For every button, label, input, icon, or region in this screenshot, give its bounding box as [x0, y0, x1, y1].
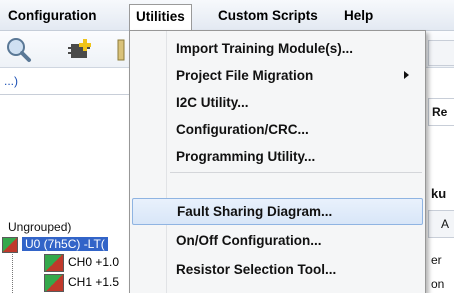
- menu-item-programming-utility[interactable]: Programming Utility...: [132, 143, 423, 170]
- menu-item-project-file-migration[interactable]: Project File Migration: [132, 62, 423, 89]
- menu-bar: Configuration Utilities Custom Scripts H…: [0, 0, 454, 31]
- menu-item-label: I2C Utility...: [176, 95, 249, 110]
- right-text-fragment-2: on: [431, 277, 445, 291]
- right-button[interactable]: A: [428, 210, 454, 238]
- menu-item-label: On/Off Configuration...: [176, 233, 322, 248]
- menu-configuration[interactable]: Configuration: [2, 4, 102, 27]
- submenu-arrow-icon: [404, 71, 409, 79]
- menu-item-fault-sharing-diagram[interactable]: Fault Sharing Diagram...: [132, 198, 423, 225]
- pane-divider: [0, 94, 135, 95]
- menu-item-label: Resistor Selection Tool...: [176, 262, 337, 277]
- menu-item-label: Import Training Module(s)...: [176, 41, 353, 56]
- tree-item-ch0-label: CH0 +1.0: [68, 255, 120, 270]
- channel-icon: [44, 254, 64, 272]
- menu-item-label: Project File Migration: [176, 68, 314, 83]
- menu-item-on-off-configuration[interactable]: On/Off Configuration...: [132, 227, 423, 254]
- tree-item-device[interactable]: U0 (7h5C) -LT(: [2, 236, 108, 253]
- right-tab[interactable]: Re: [428, 98, 454, 126]
- tree-connector: [12, 250, 13, 293]
- utilities-dropdown: Import Training Module(s)... Project Fil…: [129, 30, 426, 293]
- group-label: Ungrouped): [8, 220, 72, 234]
- tree-item-ch1-label: CH1 +1.5: [68, 275, 120, 290]
- menu-custom-scripts[interactable]: Custom Scripts: [212, 4, 324, 27]
- menu-item-i2c-utility[interactable]: I2C Utility...: [132, 89, 423, 116]
- tree-item-device-label: U0 (7h5C) -LT(: [22, 237, 108, 251]
- menu-utilities[interactable]: Utilities: [129, 4, 192, 31]
- menu-item-label: Fault Sharing Diagram...: [177, 204, 333, 219]
- tree-item-ch1[interactable]: CH1 +1.5: [44, 274, 120, 292]
- menu-item-label: Programming Utility...: [176, 149, 316, 164]
- path-link[interactable]: ...): [4, 74, 18, 88]
- device-icon: [2, 236, 18, 253]
- menu-item-configuration-crc[interactable]: Configuration/CRC...: [132, 116, 423, 143]
- channel-icon: [44, 274, 64, 292]
- tree-item-ch0[interactable]: CH0 +1.0: [44, 254, 120, 272]
- right-heading-fragment: ku: [431, 186, 447, 201]
- right-text-fragment-1: er: [431, 253, 442, 267]
- menu-item-label: Configuration/CRC...: [176, 122, 309, 137]
- toolbar-icon[interactable]: [116, 36, 126, 64]
- right-button-label: A: [441, 217, 450, 231]
- right-panel-header: [428, 40, 454, 66]
- right-tab-label: Re: [432, 105, 448, 119]
- module-add-icon[interactable]: [66, 36, 94, 64]
- menu-item-import-training-module[interactable]: Import Training Module(s)...: [132, 35, 423, 62]
- menu-separator: [170, 172, 422, 173]
- menu-help[interactable]: Help: [338, 4, 379, 27]
- search-icon[interactable]: [4, 36, 32, 64]
- menu-item-resistor-selection-tool[interactable]: Resistor Selection Tool...: [132, 256, 423, 283]
